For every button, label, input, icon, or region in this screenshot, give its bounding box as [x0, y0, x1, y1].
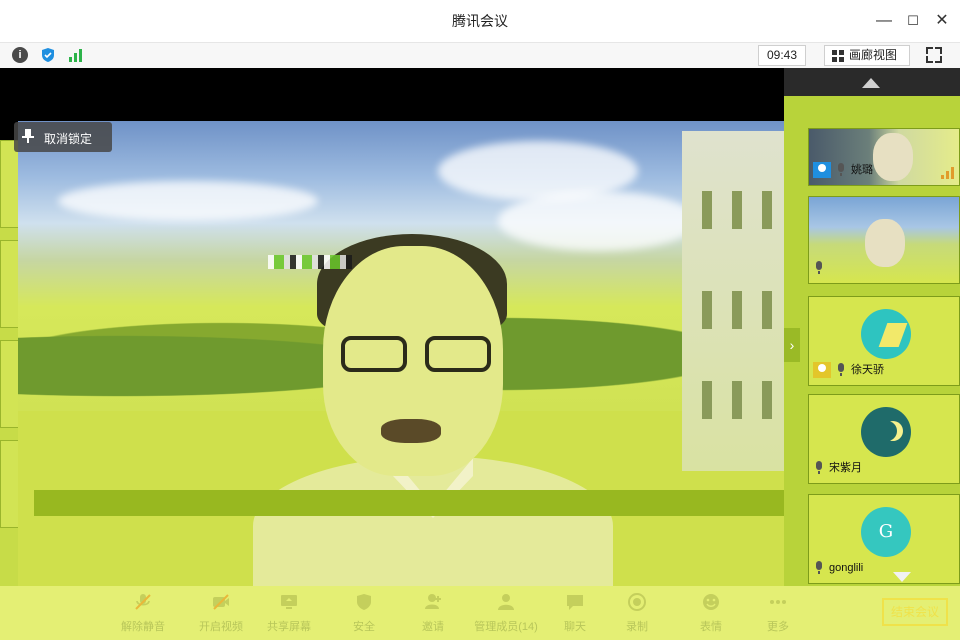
mic-icon	[813, 261, 825, 275]
mic-off-icon	[135, 594, 151, 610]
avatar	[861, 309, 911, 359]
participant-name-row: 姚璐	[813, 161, 873, 179]
collapse-panel-button[interactable]: ›	[784, 328, 800, 362]
mic-icon	[835, 363, 847, 377]
chat-button[interactable]: 聊天	[540, 590, 610, 636]
invite-label: 邀请	[422, 621, 444, 633]
participant-tile[interactable]: 宋紫月	[808, 394, 960, 484]
end-meeting-button[interactable]: 结束会议	[882, 598, 948, 626]
meeting-toolbar: i 09:43 画廊视图	[0, 43, 960, 68]
mic-icon	[813, 461, 825, 475]
chat-label: 聊天	[564, 621, 586, 633]
pin-icon	[22, 129, 34, 143]
left-edge-strip	[0, 140, 20, 600]
more-icon	[770, 600, 786, 604]
chat-icon	[567, 595, 583, 610]
security-label: 安全	[353, 621, 375, 633]
more-label: 更多	[767, 621, 789, 633]
record-button[interactable]: 录制	[602, 590, 672, 636]
share-screen-button[interactable]: 共享屏幕	[254, 590, 324, 636]
signal-icon	[941, 167, 955, 179]
members-icon	[498, 594, 514, 610]
mic-icon	[835, 163, 847, 177]
unlock-pin-button[interactable]: 取消锁定	[14, 122, 112, 152]
panel-header	[784, 68, 960, 96]
scroll-up-icon[interactable]	[862, 78, 880, 88]
title-bar: 腾讯会议 — ☐ ✕	[0, 0, 960, 43]
participant-name: gonglili	[829, 562, 864, 574]
record-icon	[628, 593, 646, 611]
more-button[interactable]: 更多	[743, 590, 813, 636]
participant-panel: › 姚璐 徐天骄 宋紫月 G gonglili	[784, 68, 960, 640]
share-screen-label: 共享屏幕	[267, 621, 311, 633]
avatar	[861, 407, 911, 457]
camera-off-icon	[213, 594, 229, 610]
manage-members-label: 管理成员(14)	[474, 621, 538, 633]
participant-name: 宋紫月	[829, 462, 862, 474]
host-icon	[813, 162, 831, 179]
fullscreen-icon[interactable]	[926, 47, 942, 63]
emoji-button[interactable]: 表情	[676, 590, 746, 636]
emoji-icon	[703, 594, 719, 610]
participant-name-row: gonglili	[813, 559, 863, 577]
minimize-button[interactable]: —	[874, 11, 894, 31]
unlock-label: 取消锁定	[44, 132, 93, 146]
security-button[interactable]: 安全	[329, 590, 399, 636]
video-bottom-strip	[34, 490, 814, 516]
emoji-label: 表情	[700, 621, 722, 633]
participant-name-row	[813, 259, 829, 277]
participant-tile[interactable]: G gonglili	[808, 494, 960, 584]
participant-name-row: 徐天骄	[813, 361, 884, 379]
meeting-controls: 解除静音 开启视频 共享屏幕 安全 邀请 管理成员(14) 聊天 录制 表情 更…	[0, 586, 960, 640]
record-label: 录制	[626, 621, 648, 633]
gallery-view-button[interactable]: 画廊视图	[824, 45, 910, 66]
participant-tile[interactable]: 徐天骄	[808, 296, 960, 386]
gallery-view-label: 画廊视图	[849, 48, 898, 62]
participant-name-row: 宋紫月	[813, 459, 862, 477]
participant-tile[interactable]: 姚璐	[808, 128, 960, 186]
user-icon	[813, 362, 831, 379]
unmute-label: 解除静音	[121, 621, 165, 633]
unmute-button[interactable]: 解除静音	[108, 590, 178, 636]
close-button[interactable]: ✕	[932, 11, 952, 31]
scroll-down-icon[interactable]	[893, 572, 911, 582]
participant-tile[interactable]	[808, 196, 960, 284]
video-glitch	[268, 255, 352, 269]
window-title: 腾讯会议	[452, 13, 508, 29]
meeting-timer: 09:43	[758, 45, 806, 66]
avatar: G	[861, 507, 911, 557]
start-video-button[interactable]: 开启视频	[186, 590, 256, 636]
participant-name: 徐天骄	[851, 364, 884, 376]
mic-icon	[813, 561, 825, 575]
invite-icon	[425, 594, 441, 609]
info-icon[interactable]: i	[12, 47, 28, 63]
speaker-video	[253, 226, 613, 586]
manage-members-button[interactable]: 管理成员(14)	[466, 590, 546, 636]
invite-button[interactable]: 邀请	[398, 590, 468, 636]
participant-name: 姚璐	[851, 164, 873, 176]
signal-icon[interactable]	[68, 47, 84, 63]
main-video[interactable]	[18, 121, 812, 586]
share-screen-icon	[281, 595, 297, 609]
grid-icon	[832, 50, 844, 62]
maximize-button[interactable]: ☐	[903, 11, 923, 31]
shield-icon	[357, 594, 371, 610]
shield-icon[interactable]	[40, 47, 56, 63]
start-video-label: 开启视频	[199, 621, 243, 633]
